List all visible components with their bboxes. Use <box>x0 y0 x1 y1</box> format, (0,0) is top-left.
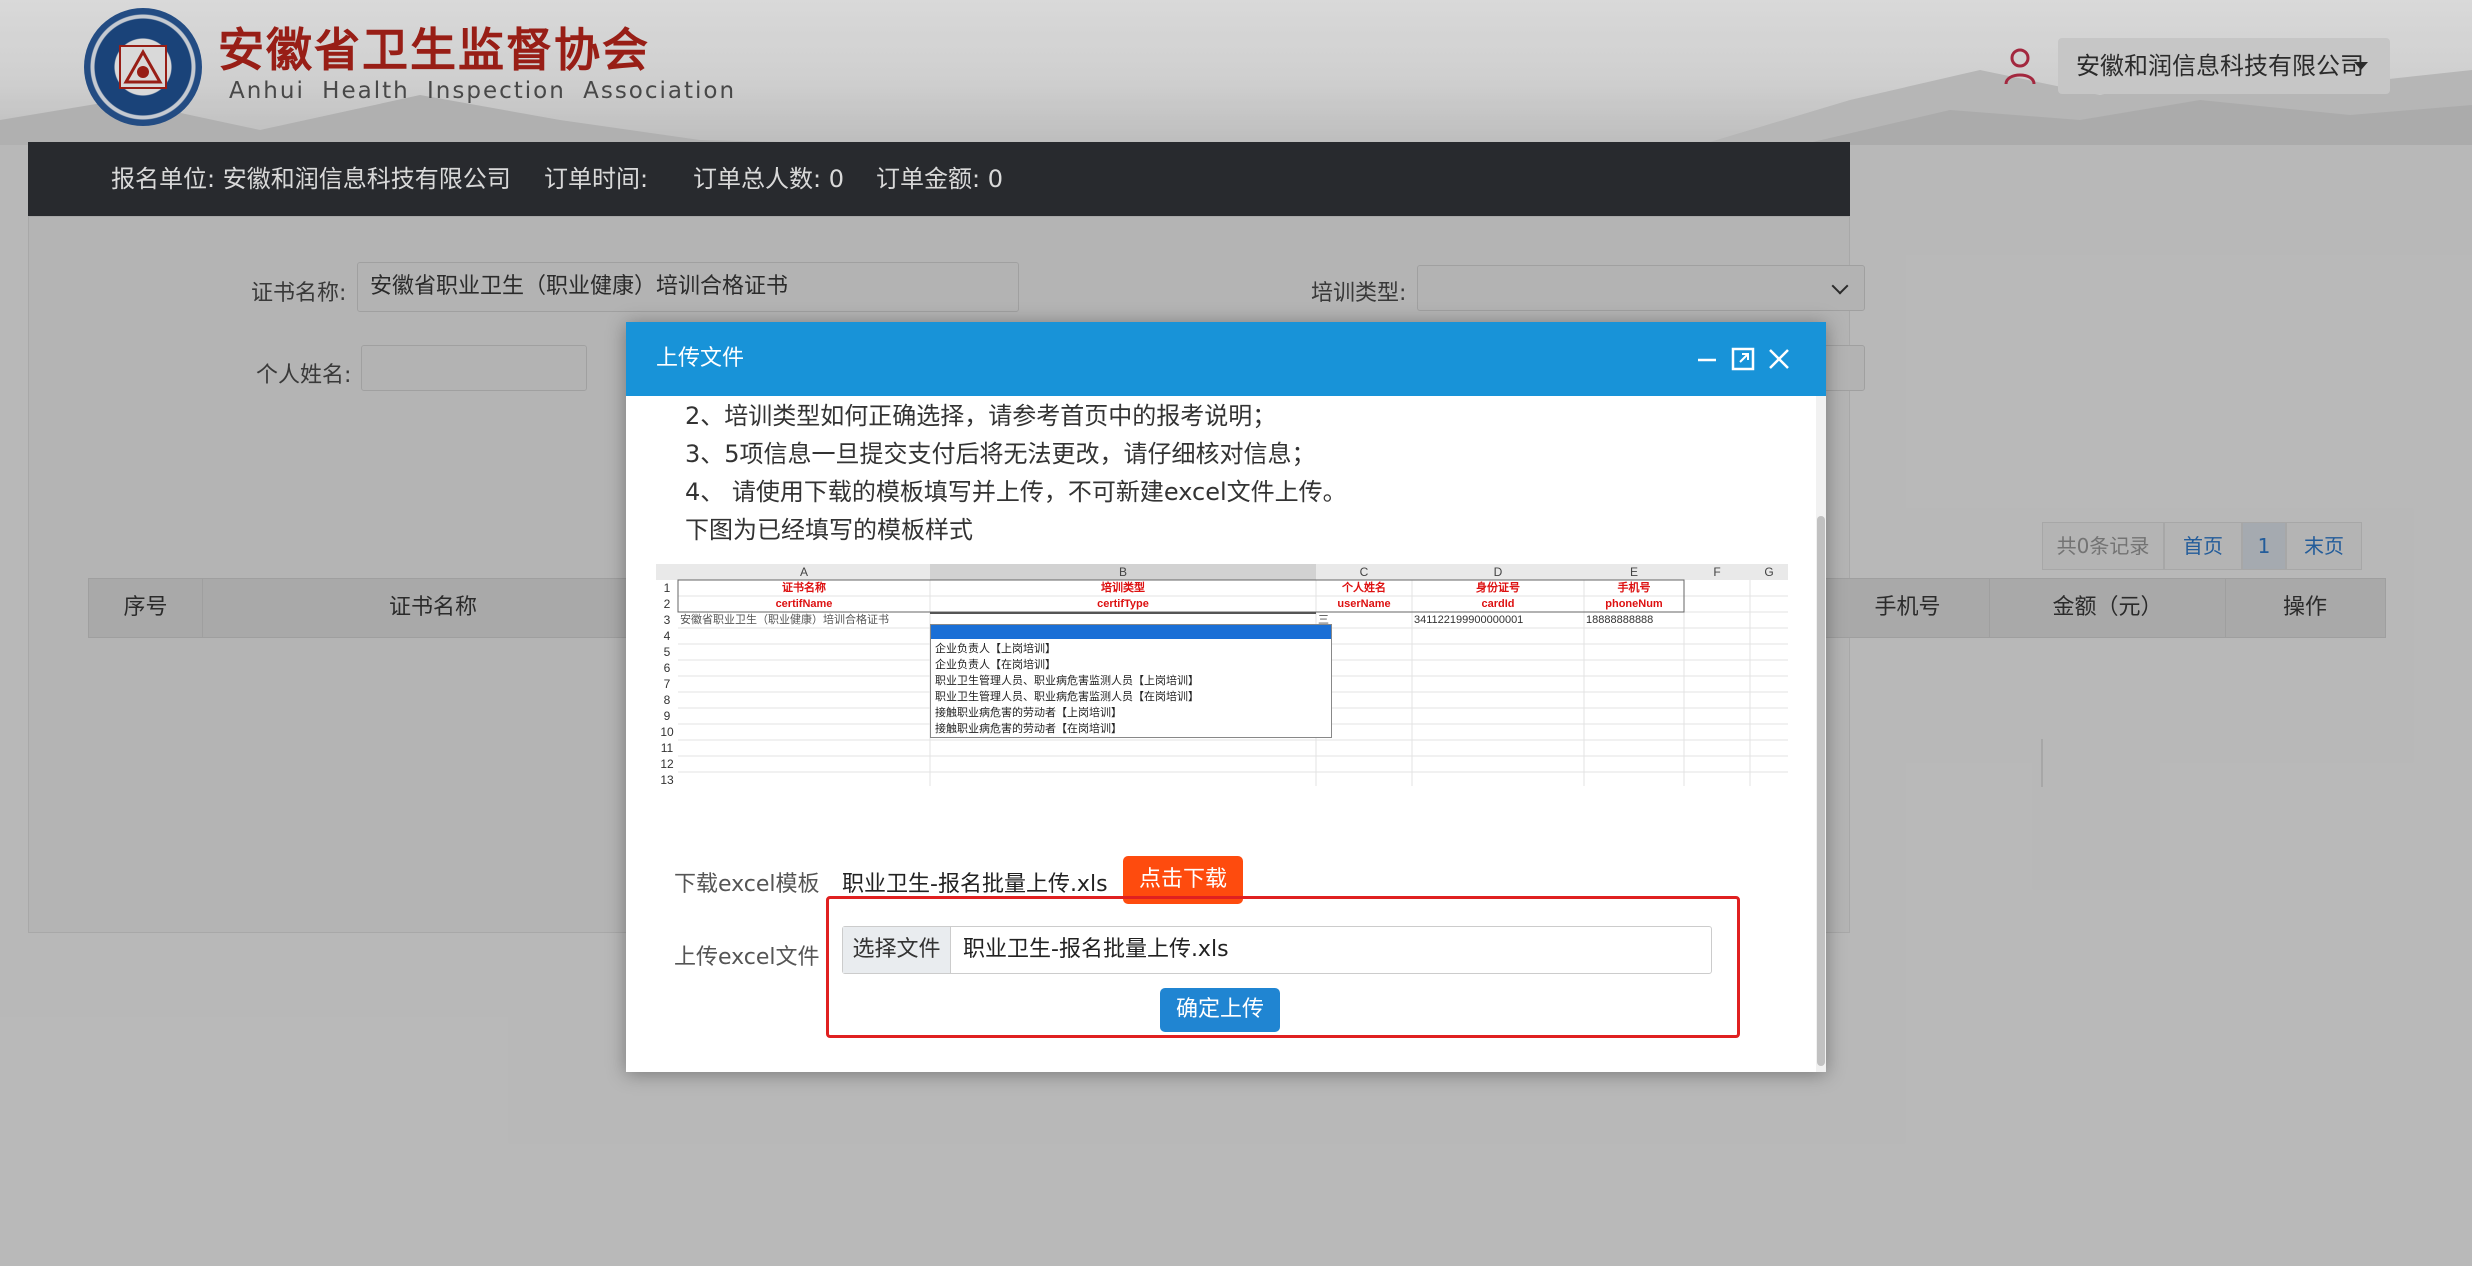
dropdown-item: 接触职业病危害的劳动者【上岗培训】 <box>935 707 1122 719</box>
modal-title: 上传文件 <box>656 346 745 371</box>
excel-header-en: certifType <box>1097 598 1149 610</box>
excel-header-cn: 培训类型 <box>1101 582 1145 594</box>
instruction-2: 2、培训类型如何正确选择，请参考首页中的报考说明； <box>685 402 1277 430</box>
dropdown-item: 职业卫生管理人员、职业病危害监测人员【在岗培训】 <box>935 691 1199 703</box>
dropdown-selected-row <box>931 625 1331 639</box>
download-file-name: 职业卫生-报名批量上传.xls <box>842 872 1108 897</box>
instruction-3: 3、5项信息一旦提交支付后将无法更改，请仔细核对信息； <box>685 440 1316 468</box>
modal-body: 2、培训类型如何正确选择，请参考首页中的报考说明； 3、5项信息一旦提交支付后将… <box>626 396 1826 1072</box>
excel-header-en: userName <box>1337 598 1391 610</box>
upload-modal: 上传文件 2、培训类型如何正确选择，请参考首页中的报考说明； 3、5项信息一旦提… <box>626 322 1826 1072</box>
excel-header-en: certifName <box>775 598 833 610</box>
dropdown-item: 企业负责人【在岗培训】 <box>935 659 1056 671</box>
minimize-icon[interactable] <box>1694 346 1720 372</box>
excel-cell: 341122199900000001 <box>1414 614 1524 626</box>
excel-header-en: phoneNum <box>1605 598 1663 610</box>
excel-cell-select: ▾ <box>930 612 1316 614</box>
excel-header-en: cardId <box>1481 598 1515 610</box>
excel-cell: 三 <box>1318 614 1329 626</box>
file-input[interactable]: 选择文件 职业卫生-报名批量上传.xls <box>842 926 1712 974</box>
confirm-upload-button[interactable]: 确定上传 <box>1160 988 1280 1032</box>
cell-dropdown-icon: ▾ <box>1301 613 1315 614</box>
excel-header-cn: 身份证号 <box>1476 582 1520 594</box>
excel-template-preview: A B C D E F G 1 2 3 4 5 6 7 8 9 10 11 12… <box>656 564 1788 787</box>
excel-dropdown-list: 企业负责人【上岗培训】 企业负责人【在岗培训】 职业卫生管理人员、职业病危害监测… <box>930 624 1332 738</box>
maximize-icon[interactable] <box>1730 346 1756 372</box>
close-icon[interactable] <box>1766 346 1792 372</box>
chosen-file-name: 职业卫生-报名批量上传.xls <box>963 937 1229 962</box>
dropdown-item: 职业卫生管理人员、职业病危害监测人员【上岗培训】 <box>935 675 1199 687</box>
dropdown-item: 接触职业病危害的劳动者【在岗培训】 <box>935 723 1122 735</box>
excel-header-cn: 证书名称 <box>782 582 826 594</box>
dropdown-item: 企业负责人【上岗培训】 <box>935 643 1056 655</box>
excel-cell: 18888888888 <box>1586 614 1654 626</box>
upload-excel-label: 上传excel文件 <box>674 945 820 970</box>
template-caption: 下图为已经填写的模板样式 <box>685 516 973 544</box>
excel-header-cn: 个人姓名 <box>1342 582 1386 594</box>
instruction-4: 4、 请使用下载的模板填写并上传，不可新建excel文件上传。 <box>685 478 1347 506</box>
excel-cell: 安徽省职业卫生（职业健康）培训合格证书 <box>680 614 889 626</box>
modal-header: 上传文件 <box>626 322 1826 396</box>
download-template-label: 下载excel模板 <box>674 872 820 897</box>
choose-file-button[interactable]: 选择文件 <box>843 927 951 973</box>
excel-header-cn: 手机号 <box>1617 582 1651 594</box>
modal-scrollbar[interactable] <box>1816 396 1826 1072</box>
scrollbar-thumb[interactable] <box>1817 516 1825 1066</box>
